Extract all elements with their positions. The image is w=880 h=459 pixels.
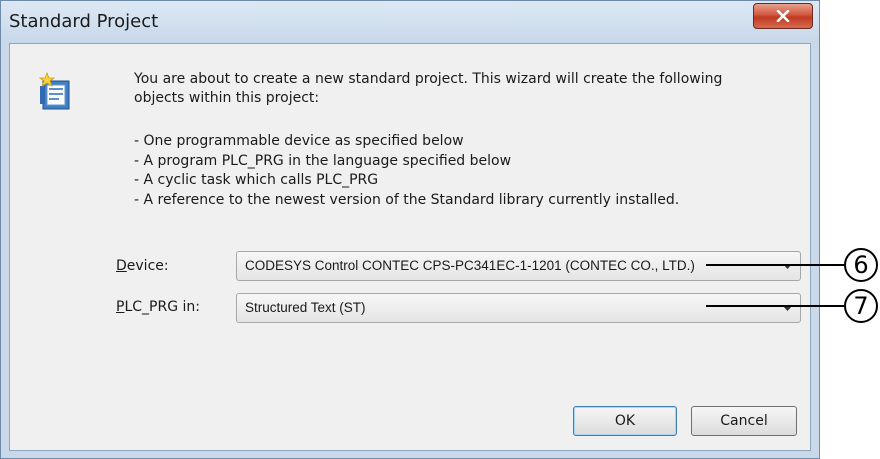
close-x-icon [776, 10, 790, 22]
list-item: - A reference to the newest version of t… [134, 191, 680, 208]
language-value: Structured Text (ST) [245, 300, 366, 315]
callout-line-device [706, 264, 846, 266]
cancel-button[interactable]: Cancel [691, 406, 797, 436]
title-bar[interactable]: Standard Project [1, 1, 819, 43]
language-dropdown[interactable]: Structured Text (ST) [236, 293, 801, 323]
list-item: - A cyclic task which calls PLC_PRG [134, 172, 379, 188]
standard-project-dialog: Standard Project You are about to create… [0, 0, 820, 459]
device-dropdown[interactable]: CODESYS Control CONTEC CPS-PC341EC-1-120… [236, 251, 801, 281]
callout-number-7: 7 [844, 289, 878, 323]
list-item: - A program PLC_PRG in the language spec… [134, 152, 512, 169]
list-item: - One programmable device as specified b… [134, 133, 464, 149]
created-objects-list: - One programmable device as specified b… [134, 132, 679, 210]
intro-text: You are about to create a new standard p… [134, 71, 723, 106]
wizard-new-project-icon [38, 72, 70, 110]
device-value: CODESYS Control CONTEC CPS-PC341EC-1-120… [245, 258, 695, 273]
callout-line-language [706, 305, 846, 307]
device-label: Device: [116, 258, 169, 274]
dialog-content: You are about to create a new standard p… [9, 43, 811, 451]
language-label: PLC_PRG in: [116, 299, 200, 315]
window-title: Standard Project [9, 11, 159, 32]
close-button[interactable] [753, 3, 813, 29]
ok-button[interactable]: OK [573, 406, 677, 436]
callout-number-6: 6 [844, 248, 878, 282]
